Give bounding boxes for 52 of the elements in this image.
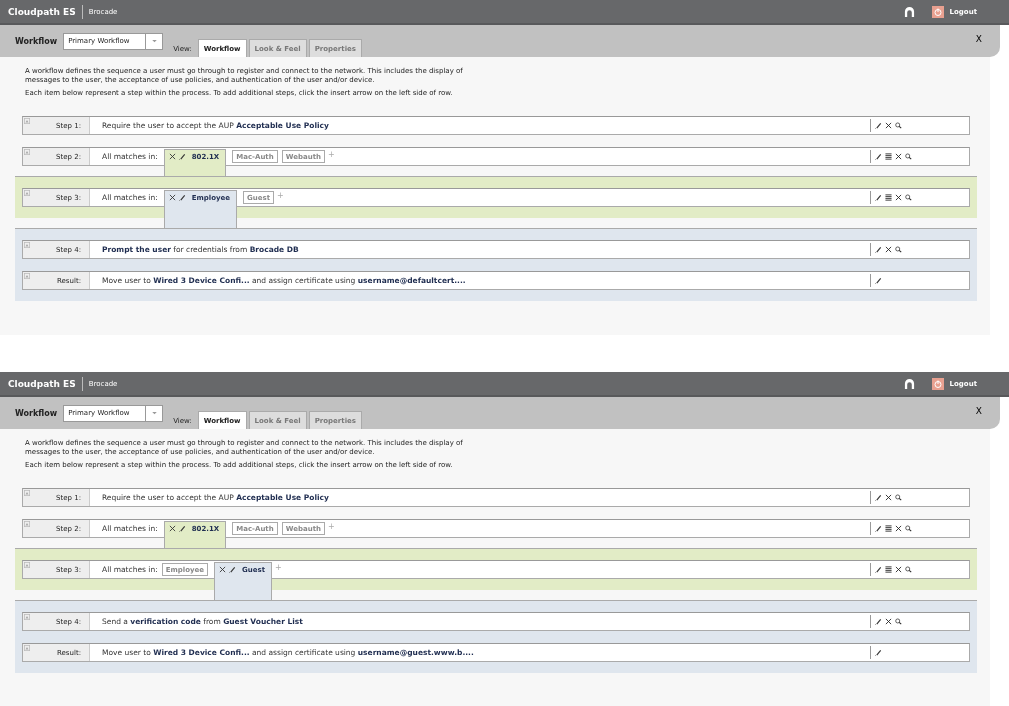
delete-icon[interactable] — [219, 566, 227, 573]
search-icon[interactable] — [905, 194, 912, 201]
search-icon[interactable] — [905, 566, 912, 573]
pencil-icon[interactable] — [875, 566, 882, 573]
pencil-icon[interactable] — [875, 277, 882, 284]
close-button[interactable]: X — [975, 406, 982, 416]
delete-icon[interactable] — [168, 525, 176, 532]
delete-icon[interactable] — [895, 194, 902, 201]
pencil-icon[interactable] — [229, 566, 237, 573]
pencil-icon[interactable] — [875, 194, 882, 201]
delete-icon[interactable] — [895, 153, 902, 160]
product-name: Cloudpath ES — [8, 6, 76, 17]
list-icon[interactable] — [885, 566, 892, 573]
pencil-icon[interactable] — [875, 246, 882, 253]
list-icon[interactable] — [885, 525, 892, 532]
add-option-button[interactable]: + — [277, 191, 284, 200]
pencil-icon[interactable] — [875, 618, 882, 625]
power-icon[interactable] — [931, 5, 944, 18]
product-name: Cloudpath ES — [8, 378, 76, 389]
delete-icon[interactable] — [895, 566, 902, 573]
search-icon[interactable] — [895, 618, 902, 625]
pencil-icon[interactable] — [875, 649, 882, 656]
add-option-button[interactable]: + — [328, 522, 335, 531]
pencil-icon[interactable] — [875, 525, 882, 532]
pencil-icon[interactable] — [875, 153, 882, 160]
pencil-icon[interactable] — [875, 122, 882, 129]
list-icon[interactable] — [885, 153, 892, 160]
delete-icon[interactable] — [168, 153, 176, 160]
power-icon[interactable] — [931, 377, 944, 390]
search-icon[interactable] — [895, 122, 902, 129]
caret-icon — [151, 39, 157, 43]
delete-icon[interactable] — [885, 494, 892, 501]
workflow-label: Workflow — [15, 36, 58, 46]
pencil-icon[interactable] — [178, 194, 186, 201]
add-option-button[interactable]: + — [328, 150, 335, 159]
delete-icon[interactable] — [895, 525, 902, 532]
workflow-label: Workflow — [15, 408, 58, 418]
add-option-button[interactable]: + — [275, 563, 282, 572]
pencil-icon[interactable] — [178, 525, 186, 532]
pencil-icon[interactable] — [178, 153, 186, 160]
delete-icon[interactable] — [885, 246, 892, 253]
pencil-icon[interactable] — [875, 494, 882, 501]
delete-icon[interactable] — [885, 618, 892, 625]
delete-icon[interactable] — [885, 122, 892, 129]
search-icon[interactable] — [895, 494, 902, 501]
search-icon[interactable] — [905, 153, 912, 160]
caret-icon — [151, 411, 157, 415]
list-icon[interactable] — [885, 194, 892, 201]
search-icon[interactable] — [895, 246, 902, 253]
search-icon[interactable] — [905, 525, 912, 532]
delete-icon[interactable] — [168, 194, 176, 201]
close-button[interactable]: X — [975, 34, 982, 44]
